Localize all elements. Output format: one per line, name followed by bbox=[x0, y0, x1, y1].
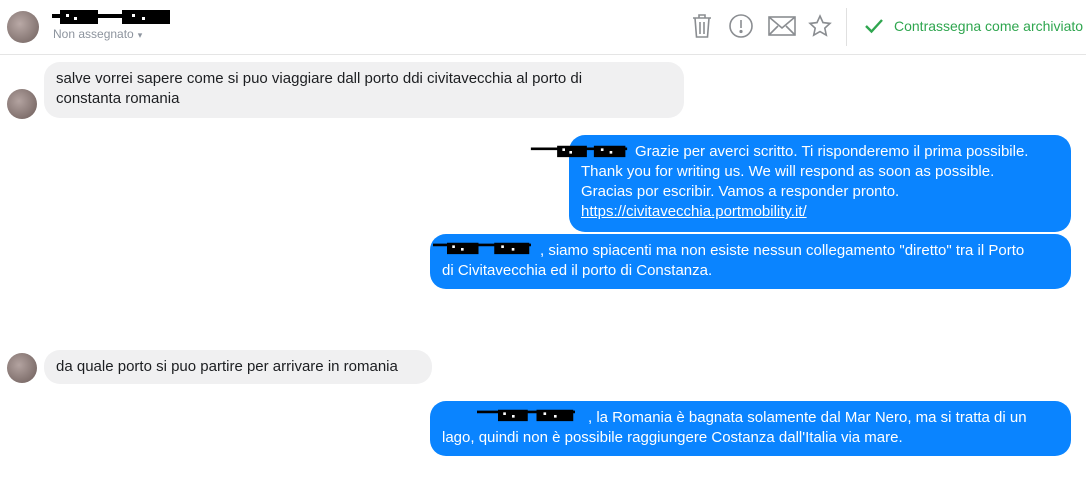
sender-avatar bbox=[7, 353, 37, 383]
message-text: da quale porto si puo partire per arriva… bbox=[56, 358, 398, 375]
header-divider bbox=[846, 8, 847, 46]
message-text: Gracias por escribir. Vamos a responder … bbox=[581, 183, 900, 200]
message-text: Grazie per averci scritto. Ti rispondere… bbox=[635, 143, 1029, 160]
message-text: Thank you for writing us. We will respon… bbox=[581, 163, 995, 180]
message-text: di Civitavecchia ed il porto di Constanz… bbox=[442, 262, 713, 279]
contact-avatar[interactable] bbox=[7, 11, 39, 43]
message-text: salve vorrei sapere come si puo viaggiar… bbox=[56, 70, 583, 87]
redacted-contact-name bbox=[52, 10, 170, 24]
conversation-header: Non assegnato ▾ Contrassegna come archivi… bbox=[0, 0, 1086, 55]
trash-icon[interactable] bbox=[689, 12, 715, 40]
message-text: lago, quindi non è possibile raggiungere… bbox=[442, 429, 903, 446]
sender-avatar bbox=[7, 89, 37, 119]
check-icon bbox=[865, 19, 883, 34]
message-text: constanta romania bbox=[56, 90, 180, 107]
redacted-name-glasses bbox=[477, 409, 575, 422]
mail-icon[interactable] bbox=[767, 12, 797, 40]
assignment-dropdown[interactable]: Non assegnato ▾ bbox=[53, 27, 142, 41]
incoming-message: salve vorrei sapere come si puo viaggiar… bbox=[44, 62, 684, 118]
redacted-name-glasses bbox=[433, 242, 531, 255]
alert-icon[interactable] bbox=[728, 12, 754, 40]
archive-label: Contrassegna come archiviato bbox=[894, 18, 1084, 34]
portmobility-link[interactable]: https://civitavecchia.portmobility.it/ bbox=[581, 202, 1059, 222]
chevron-down-icon: ▾ bbox=[137, 30, 143, 40]
assignment-status: Non assegnato bbox=[53, 27, 134, 41]
incoming-message: da quale porto si puo partire per arriva… bbox=[44, 350, 432, 384]
mark-archived-button[interactable]: Contrassegna come archiviato bbox=[864, 15, 1083, 37]
outgoing-message: Grazie per averci scritto. Ti rispondere… bbox=[569, 135, 1071, 232]
star-icon[interactable] bbox=[807, 12, 833, 40]
redacted-name-glasses bbox=[530, 145, 628, 158]
